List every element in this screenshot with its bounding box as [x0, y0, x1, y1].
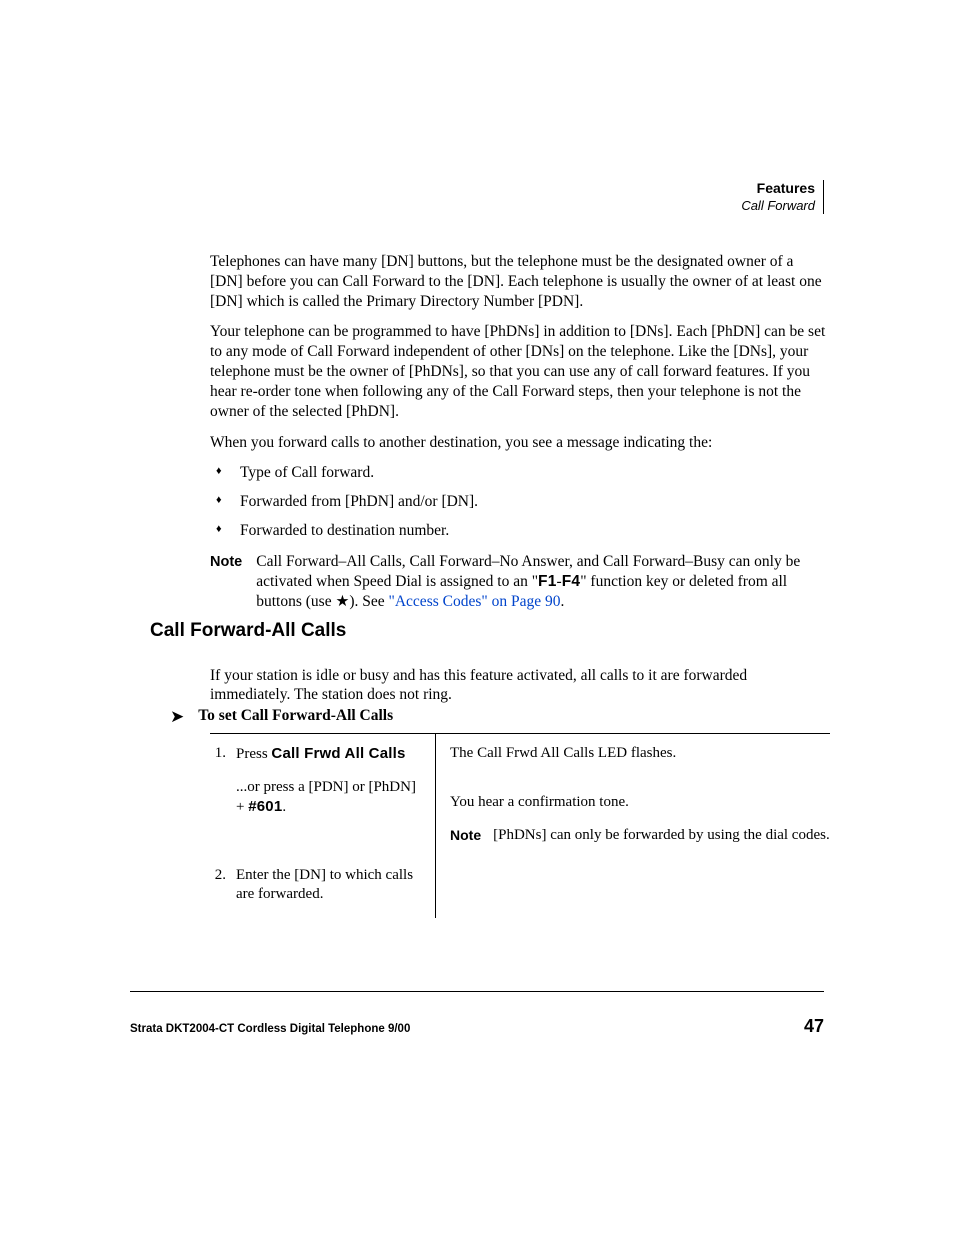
header-chapter: Features: [741, 180, 815, 198]
note-body: Call Forward–All Calls, Call Forward–No …: [256, 552, 830, 611]
paragraph-after-h2: If your station is idle or busy and has …: [210, 666, 830, 706]
procedure-result-column: The Call Frwd All Calls LED flashes. You…: [435, 734, 830, 918]
note-label: Note: [210, 552, 242, 611]
note-block: Note Call Forward–All Calls, Call Forwar…: [210, 552, 830, 611]
inner-note-body: [PhDNs] can only be forwarded by using t…: [493, 826, 830, 845]
bullet-item: Forwarded to destination number.: [210, 521, 830, 541]
star-icon: ★: [335, 593, 349, 610]
bullet-item: Type of Call forward.: [210, 463, 830, 483]
running-header: Features Call Forward: [741, 180, 824, 216]
page-number: 47: [804, 1016, 824, 1037]
bullet-list: Type of Call forward. Forwarded from [Ph…: [210, 463, 830, 540]
footer-rule: [130, 991, 824, 992]
button-call-frwd-all-calls: Call Frwd All Calls: [271, 745, 405, 762]
arrow-icon: ➤: [170, 708, 184, 725]
paragraph-3: When you forward calls to another destin…: [210, 433, 830, 453]
footer-text: Strata DKT2004-CT Cordless Digital Telep…: [130, 1023, 410, 1035]
paragraph-1: Telephones can have many [DN] buttons, b…: [210, 252, 830, 311]
result-line-1: The Call Frwd All Calls LED flashes.: [450, 744, 830, 763]
result-line-2: You hear a confirmation tone.: [450, 793, 830, 812]
procedure-heading-row: ➤ To set Call Forward-All Calls: [170, 707, 830, 725]
paragraph-2: Your telephone can be programmed to have…: [210, 322, 830, 421]
heading-call-forward-all-calls: Call Forward-All Calls: [150, 620, 830, 642]
key-f1: F1: [538, 573, 557, 590]
procedure-table: 1. Press Call Frwd All Calls ...or press…: [210, 733, 830, 918]
procedure-steps-column: 1. Press Call Frwd All Calls ...or press…: [210, 734, 435, 918]
step-number: 1.: [210, 744, 226, 818]
header-section: Call Forward: [741, 198, 815, 214]
inner-note-label: Note: [450, 826, 481, 845]
key-f4: F4: [562, 573, 581, 590]
step-2: 2. Enter the [DN] to which calls are for…: [210, 866, 425, 904]
procedure-title: To set Call Forward-All Calls: [198, 707, 393, 725]
cross-ref-link[interactable]: "Access Codes" on Page 90: [389, 593, 561, 610]
bullet-item: Forwarded from [PhDN] and/or [DN].: [210, 492, 830, 512]
dial-code-601: #601: [248, 798, 282, 815]
inner-note-block: Note [PhDNs] can only be forwarded by us…: [450, 826, 830, 845]
page-footer: Strata DKT2004-CT Cordless Digital Telep…: [130, 1016, 824, 1037]
body-text-block: Telephones can have many [DN] buttons, b…: [210, 252, 830, 622]
step-number: 2.: [210, 866, 226, 904]
table-row: 1. Press Call Frwd All Calls ...or press…: [210, 734, 830, 918]
step-1: 1. Press Call Frwd All Calls ...or press…: [210, 744, 425, 818]
